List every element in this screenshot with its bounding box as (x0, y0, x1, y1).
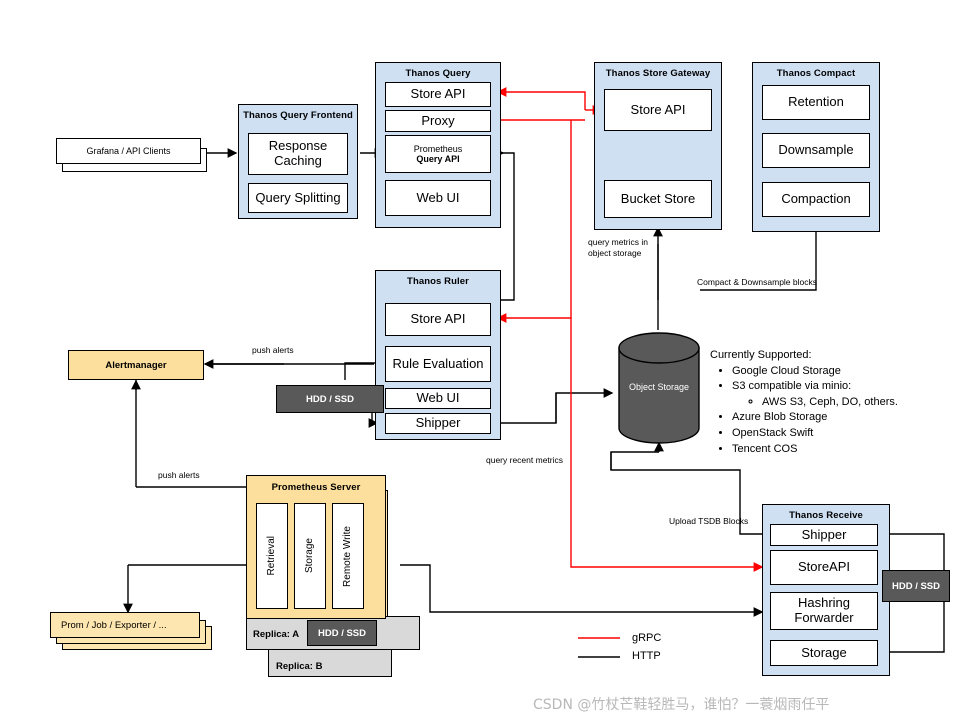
node-label: Prom / Job / Exporter / ... (61, 619, 167, 631)
prometheus-remote-write[interactable]: Remote Write (332, 503, 364, 609)
query-store-api[interactable]: Store API (385, 82, 491, 107)
receive-storeapi[interactable]: StoreAPI (770, 550, 878, 585)
compact-retention[interactable]: Retention (762, 85, 870, 120)
receive-storage[interactable]: Storage (770, 640, 878, 666)
query-prometheus-query-api[interactable]: Prometheus Query API (385, 135, 491, 173)
item-label: Query Splitting (255, 189, 341, 205)
edge-label-upload-tsdb: Upload TSDB Blocks (669, 516, 749, 526)
item-label: Storage (304, 538, 316, 574)
sg-store-api[interactable]: Store API (604, 89, 712, 131)
query-proxy[interactable]: Proxy (385, 110, 491, 132)
node-label: HDD / SSD (317, 627, 367, 639)
legend-item-grpc: gRPC (632, 632, 662, 644)
item-label: Web UI (416, 390, 460, 406)
item-label: Web UI (416, 189, 460, 205)
qf-response-caching[interactable]: Response Caching (248, 133, 348, 175)
legend-lines (578, 637, 620, 658)
node-ruler-disk[interactable]: HDD / SSD (276, 385, 384, 413)
prometheus-disk[interactable]: HDD / SSD (307, 620, 377, 646)
group-title: Prometheus Server (271, 482, 361, 493)
edge-label-push-alerts-bottom: push alerts (158, 470, 200, 480)
item-label: Proxy (421, 112, 455, 128)
item-label: Store API (410, 86, 466, 102)
supported-item: S3 compatible via minio: (732, 379, 960, 395)
compact-compaction[interactable]: Compaction (762, 182, 870, 217)
node-label: Grafana / API Clients (86, 146, 171, 156)
item-label: Response Caching (268, 138, 328, 168)
receive-disk[interactable]: HDD / SSD (882, 570, 950, 602)
ruler-shipper[interactable]: Shipper (385, 413, 491, 434)
supported-item: Azure Blob Storage (732, 410, 960, 426)
group-title: Thanos Query (405, 68, 471, 79)
watermark: CSDN @竹杖芒鞋轻胜马，谁怕？一蓑烟雨任平 (533, 697, 830, 713)
item-label: Shipper (801, 526, 847, 542)
node-alertmanager[interactable]: Alertmanager (68, 350, 204, 380)
group-title: Thanos Receive (789, 510, 863, 521)
ruler-rule-evaluation[interactable]: Rule Evaluation (385, 346, 491, 382)
node-label: HDD / SSD (891, 580, 941, 592)
item-label: Rule Evaluation (392, 355, 484, 371)
item-label: Hashring Forwarder (794, 595, 854, 625)
node-object-storage[interactable]: Object Storage (618, 332, 700, 444)
supported-item: Tencent COS (732, 442, 960, 458)
supported-item: Google Cloud Storage (732, 364, 960, 380)
item-label-prometheus: Prometheus (413, 143, 463, 154)
replica-b-label: Replica: B (276, 661, 323, 672)
supported-heading: Currently Supported: (710, 349, 812, 361)
node-grafana-api-clients[interactable]: Grafana / API Clients (56, 138, 201, 164)
supported-item: OpenStack Swift (732, 426, 960, 442)
edge-label-push-alerts-top: push alerts (252, 345, 294, 355)
supported-subitems: AWS S3, Ceph, DO, others. (732, 395, 960, 411)
diagram-canvas: Grafana / API Clients Thanos Query Front… (0, 0, 960, 720)
compact-downsample[interactable]: Downsample (762, 133, 870, 168)
query-web-ui[interactable]: Web UI (385, 180, 491, 216)
edge-label-compact-downsample: Compact & Downsample blocks (697, 277, 817, 287)
edge-label-query-recent: query recent metrics (486, 455, 563, 465)
item-label: Store API (410, 311, 466, 327)
prometheus-storage[interactable]: Storage (294, 503, 326, 609)
item-label: Retention (788, 94, 844, 110)
item-label: Store API (630, 101, 686, 117)
qf-query-splitting[interactable]: Query Splitting (248, 183, 348, 213)
supported-subitem: AWS S3, Ceph, DO, others. (762, 395, 960, 411)
prometheus-retrieval[interactable]: Retrieval (256, 503, 288, 609)
node-label: Object Storage (628, 382, 690, 392)
group-title: Thanos Compact (776, 68, 856, 79)
supported-storage-list: Currently Supported: Google Cloud Storag… (710, 348, 960, 457)
edge-label-query-metrics: query metrics in object storage (588, 237, 648, 258)
item-label: Remote Write (342, 525, 354, 587)
item-label: Bucket Store (620, 190, 696, 206)
item-label-query-api: Query API (416, 154, 460, 164)
item-label: Downsample (778, 142, 854, 158)
ruler-web-ui[interactable]: Web UI (385, 388, 491, 409)
item-label: Compaction (781, 191, 851, 207)
receive-hashring-forwarder[interactable]: Hashring Forwarder (770, 592, 878, 630)
item-label: Shipper (415, 415, 461, 431)
node-label: Alertmanager (105, 359, 167, 371)
receive-shipper[interactable]: Shipper (770, 524, 878, 546)
item-label: Storage (801, 644, 847, 660)
node-label: HDD / SSD (305, 393, 355, 405)
node-exporters[interactable]: Prom / Job / Exporter / ... (50, 612, 200, 638)
item-label: StoreAPI (797, 559, 851, 575)
legend-item-http: HTTP (632, 650, 661, 662)
supported-items: Google Cloud Storage S3 compatible via m… (710, 364, 960, 458)
group-title: Thanos Query Frontend (243, 110, 353, 121)
group-title: Thanos Store Gateway (605, 68, 711, 79)
ruler-store-api[interactable]: Store API (385, 303, 491, 336)
replica-a-label: Replica: A (253, 629, 300, 640)
sg-bucket-store[interactable]: Bucket Store (604, 180, 712, 218)
group-title: Thanos Ruler (407, 276, 469, 287)
item-label: Retrieval (266, 536, 278, 576)
